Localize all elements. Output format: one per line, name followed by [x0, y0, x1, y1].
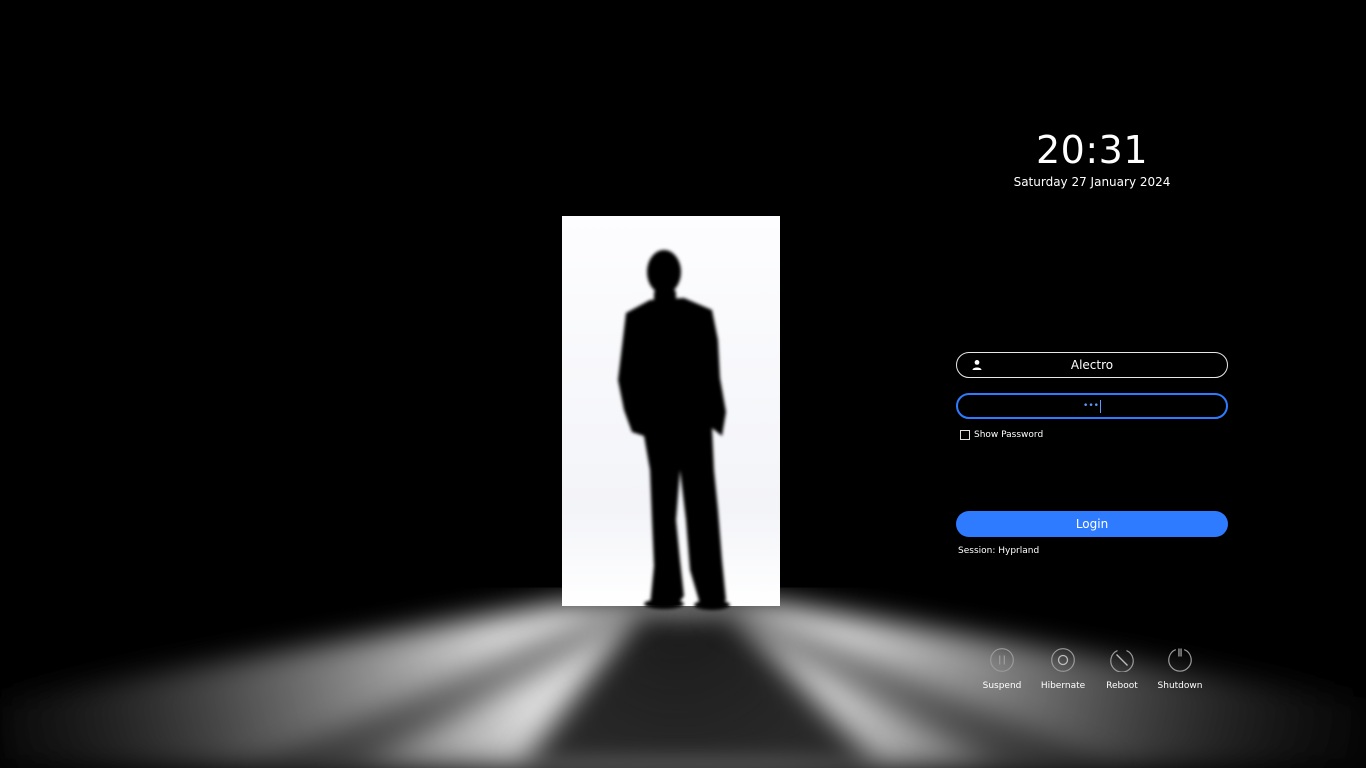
show-password-checkbox[interactable] — [960, 430, 970, 440]
reboot-label: Reboot — [1106, 681, 1138, 691]
login-button[interactable]: Login — [956, 511, 1228, 537]
suspend-label: Suspend — [982, 681, 1022, 691]
password-masked-value: ••• — [1083, 400, 1099, 411]
pause-circle-icon — [990, 648, 1014, 672]
username-value: Alectro — [1070, 358, 1114, 372]
hibernate-button[interactable]: Hibernate — [1033, 648, 1093, 691]
clock-time: 20:31 — [1035, 128, 1148, 172]
power-icon — [1168, 648, 1192, 672]
text-caret — [1099, 399, 1101, 413]
login-screen: 20:31 Saturday 27 January 2024 Alectro •… — [0, 0, 1366, 768]
clock-date: Saturday 27 January 2024 — [1013, 175, 1171, 189]
hibernate-label: Hibernate — [1040, 681, 1086, 691]
shutdown-label: Shutdown — [1157, 681, 1203, 691]
username-field[interactable]: Alectro — [956, 352, 1228, 378]
login-button-label: Login — [1075, 517, 1109, 531]
suspend-button[interactable]: Suspend — [972, 648, 1032, 691]
shutdown-button[interactable]: Shutdown — [1150, 648, 1210, 691]
show-password-toggle[interactable]: Show Password — [960, 429, 1043, 441]
session-selector[interactable]: Session: Hyprland — [958, 546, 1039, 556]
reboot-button[interactable]: Reboot — [1092, 648, 1152, 691]
show-password-label: Show Password — [974, 430, 1044, 440]
reboot-icon — [1110, 650, 1134, 673]
password-field[interactable]: ••• — [956, 393, 1228, 419]
ring-circle-icon — [1051, 648, 1075, 672]
